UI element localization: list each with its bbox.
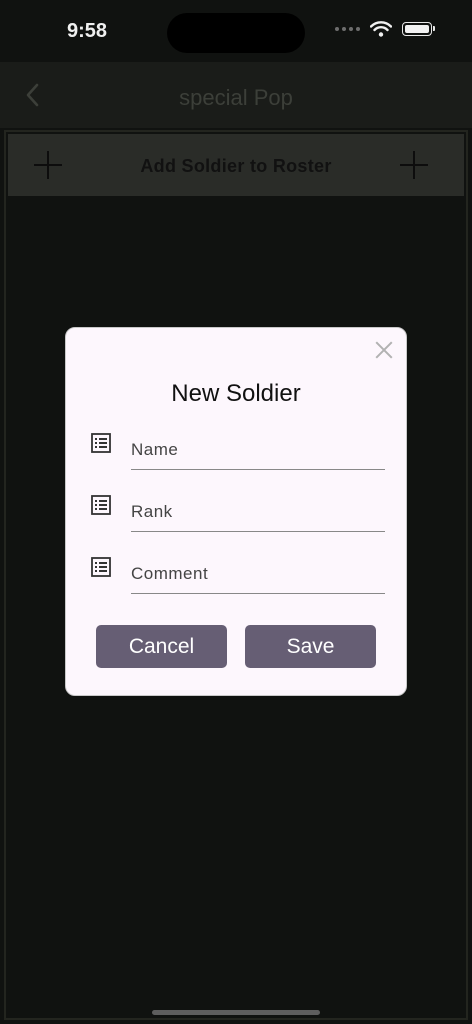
- new-soldier-dialog: New Soldier Cancel Save: [65, 327, 407, 696]
- close-icon[interactable]: [374, 340, 394, 360]
- list-icon: [91, 433, 111, 453]
- list-icon: [91, 557, 111, 577]
- rank-input[interactable]: [131, 492, 385, 532]
- plus-icon[interactable]: [400, 151, 428, 179]
- wifi-icon: [370, 21, 392, 37]
- comment-field-row: [66, 554, 406, 606]
- cellular-signal-icon: [335, 27, 360, 31]
- battery-icon: [402, 22, 435, 36]
- dynamic-island: [167, 13, 305, 53]
- save-button[interactable]: Save: [245, 625, 376, 668]
- dialog-title: New Soldier: [171, 380, 301, 407]
- rank-field-row: [66, 492, 406, 544]
- status-time: 9:58: [67, 20, 108, 42]
- system-icons: [335, 21, 435, 37]
- add-soldier-label[interactable]: Add Soldier to Roster: [8, 156, 464, 177]
- list-icon: [91, 495, 111, 515]
- navigation-bar: special Pop: [0, 62, 472, 128]
- name-field-row: [66, 430, 406, 482]
- page-title: special Pop: [179, 85, 293, 110]
- home-indicator[interactable]: [152, 1010, 320, 1015]
- status-bar: 9:58: [0, 0, 472, 62]
- cancel-button[interactable]: Cancel: [96, 625, 227, 668]
- name-input[interactable]: [131, 430, 385, 470]
- add-soldier-bar[interactable]: Add Soldier to Roster: [8, 134, 464, 196]
- comment-input[interactable]: [131, 554, 385, 594]
